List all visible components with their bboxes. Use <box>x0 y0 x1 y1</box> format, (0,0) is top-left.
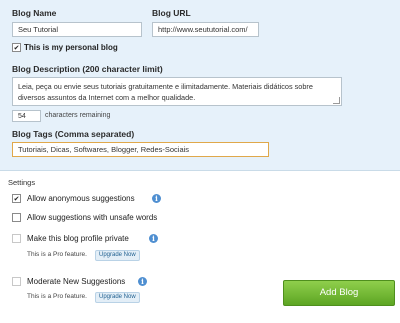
chars-remaining-label: characters remaining <box>45 112 111 119</box>
resize-handle-icon[interactable] <box>333 97 340 104</box>
blog-url-input[interactable]: http://www.seututorial.com/ <box>152 22 259 37</box>
moderate-suggestions-checkbox[interactable] <box>12 277 21 286</box>
blog-name-input[interactable]: Seu Tutorial <box>12 22 142 37</box>
anonymous-suggestions-label: Allow anonymous suggestions <box>27 194 135 203</box>
chars-remaining-count: 54 <box>12 110 41 122</box>
tags-label: Blog Tags (Comma separated) <box>12 129 135 139</box>
anonymous-suggestions-checkbox[interactable] <box>12 194 21 203</box>
info-icon[interactable]: i <box>149 234 158 243</box>
unsafe-words-checkbox[interactable] <box>12 213 21 222</box>
add-blog-button[interactable]: Add Blog <box>283 280 395 306</box>
unsafe-words-label: Allow suggestions with unsafe words <box>27 213 158 222</box>
moderate-suggestions-label: Moderate New Suggestions <box>27 277 126 286</box>
private-profile-label: Make this blog profile private <box>27 234 129 243</box>
description-textarea[interactable]: Leia, peça ou envie seus tutoriais gratu… <box>12 77 342 106</box>
info-icon[interactable]: i <box>138 277 147 286</box>
blog-name-label: Blog Name <box>12 8 57 18</box>
personal-blog-label: This is my personal blog <box>24 43 118 52</box>
description-text: Leia, peça ou envie seus tutoriais gratu… <box>18 82 313 102</box>
info-icon[interactable]: i <box>152 194 161 203</box>
moderate-pro-note: This is a Pro feature. <box>27 293 87 300</box>
private-pro-note: This is a Pro feature. <box>27 251 87 258</box>
description-label: Blog Description (200 character limit) <box>12 64 163 74</box>
private-profile-checkbox[interactable] <box>12 234 21 243</box>
moderate-upgrade-link[interactable]: Upgrade Now <box>95 292 140 303</box>
tags-input[interactable]: Tutoriais, Dicas, Softwares, Blogger, Re… <box>12 142 269 157</box>
settings-heading: Settings <box>8 178 36 187</box>
personal-blog-checkbox[interactable] <box>12 43 21 52</box>
blog-url-label: Blog URL <box>152 8 191 18</box>
private-upgrade-link[interactable]: Upgrade Now <box>95 250 140 261</box>
